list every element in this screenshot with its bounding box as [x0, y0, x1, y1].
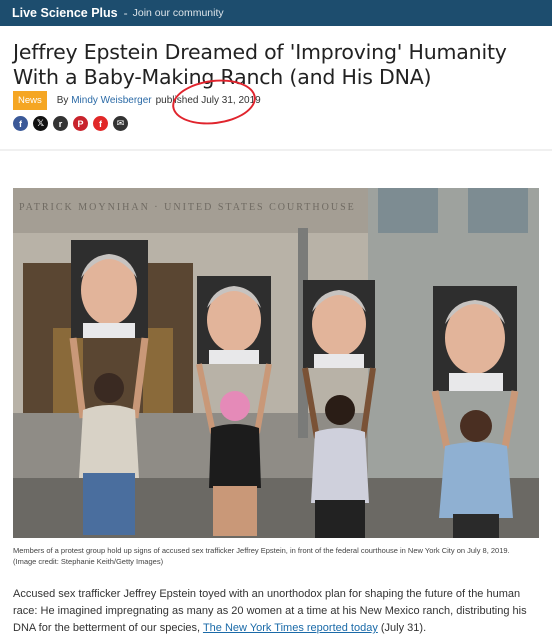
protest-sign: [433, 286, 517, 391]
right-window: [468, 188, 528, 233]
share-bar: f 𝕏 r P f ✉: [13, 116, 128, 131]
reddit-icon[interactable]: r: [53, 116, 68, 131]
article-photo: PATRICK MOYNIHAN · UNITED STATES COURTHO…: [13, 188, 539, 538]
facebook-icon[interactable]: f: [13, 116, 28, 131]
flipboard-icon[interactable]: f: [93, 116, 108, 131]
right-window: [378, 188, 438, 233]
divider: [0, 149, 552, 151]
brand-link[interactable]: Live Science Plus: [12, 6, 118, 20]
byline-prefix: By: [56, 94, 69, 106]
image-credit: (Image credit: Stephanie Keith/Getty Ima…: [13, 557, 164, 566]
pinterest-icon[interactable]: P: [73, 116, 88, 131]
article-title: Jeffrey Epstein Dreamed of 'Improving' H…: [13, 40, 507, 89]
protest-sign: [303, 280, 375, 368]
x-twitter-icon[interactable]: 𝕏: [33, 116, 48, 131]
email-icon[interactable]: ✉: [113, 116, 128, 131]
protest-sign: [71, 240, 148, 338]
join-community-link[interactable]: Join our community: [133, 7, 224, 19]
article-body: Accused sex trafficker Jeffrey Epstein t…: [13, 586, 541, 637]
category-badge[interactable]: News: [13, 90, 47, 110]
photo-caption: Members of a protest group hold up signs…: [13, 545, 539, 567]
protest-sign: [197, 276, 271, 364]
top-banner: Live Science Plus - Join our community: [0, 0, 552, 26]
building-sign: PATRICK MOYNIHAN · UNITED STATES COURTHO…: [19, 202, 356, 213]
author-link[interactable]: Mindy Weisberger: [71, 95, 151, 106]
body-text-after: (July 31).: [377, 622, 427, 634]
separator: -: [123, 6, 128, 20]
nyt-link[interactable]: The New York Times reported today: [203, 622, 378, 634]
caption-text: Members of a protest group hold up signs…: [13, 546, 510, 555]
